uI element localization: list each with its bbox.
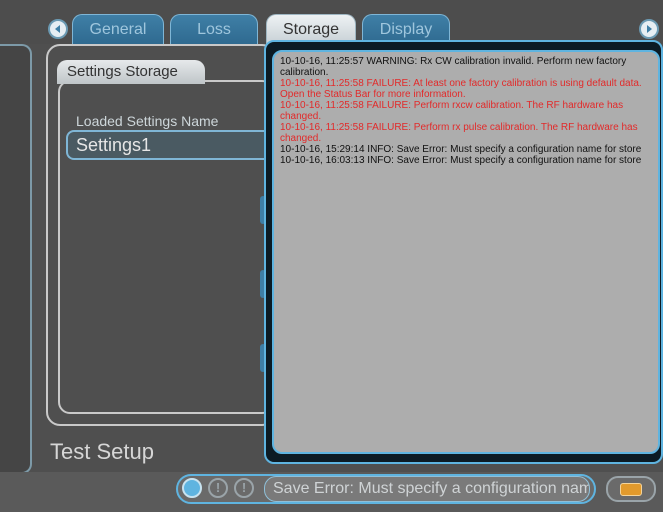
message-log[interactable]: 10-10-16, 11:25:57 WARNING: Rx CW calibr… <box>272 50 660 454</box>
log-entry: 10-10-16, 11:25:58 FAILURE: Perform rx p… <box>280 122 638 144</box>
log-entry: 10-10-16, 15:29:14 INFO: Save Error: Mus… <box>280 144 642 155</box>
test-setup-title: Test Setup <box>50 439 154 464</box>
tab-scroll-right-icon[interactable] <box>639 19 659 39</box>
battery-button[interactable] <box>606 476 656 502</box>
battery-icon <box>620 483 642 496</box>
settings-storage-title: Settings Storage <box>57 60 205 84</box>
loaded-settings-name-label: Loaded Settings Name <box>76 113 219 129</box>
warning-icon[interactable]: ! <box>234 478 254 498</box>
tab-scroll-left-icon[interactable] <box>48 19 68 39</box>
side-rail[interactable] <box>0 44 32 474</box>
log-entry: 10-10-16, 11:25:58 FAILURE: Perform rxcw… <box>280 100 624 122</box>
log-entry: 10-10-16, 11:25:58 FAILURE: At least one… <box>280 78 642 100</box>
status-message[interactable]: Save Error: Must specify a configuration… <box>264 476 590 502</box>
log-entry: 10-10-16, 11:25:57 WARNING: Rx CW calibr… <box>280 56 627 78</box>
loaded-settings-name-field[interactable]: Settings1 <box>66 130 276 160</box>
status-indicator-icon[interactable] <box>182 478 202 498</box>
info-icon[interactable]: ! <box>208 478 228 498</box>
log-entry: 10-10-16, 16:03:13 INFO: Save Error: Mus… <box>280 155 642 166</box>
tab-loss[interactable]: Loss <box>170 14 258 44</box>
tab-general[interactable]: General <box>72 14 164 44</box>
